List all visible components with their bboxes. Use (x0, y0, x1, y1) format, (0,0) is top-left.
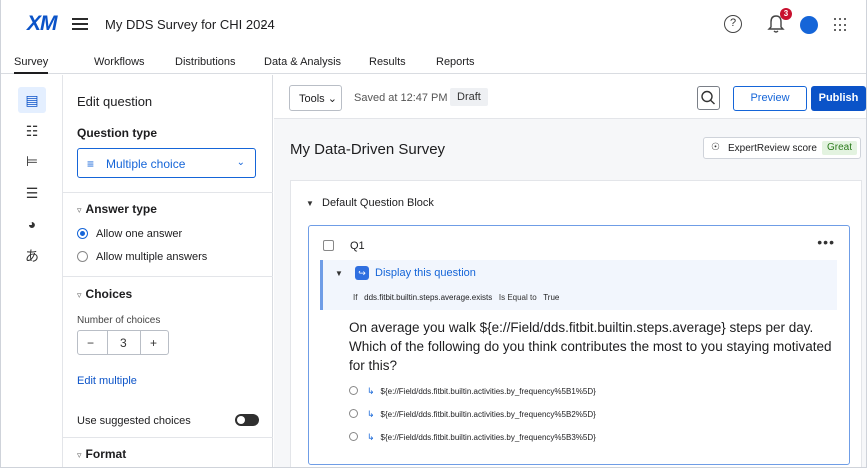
divider (63, 437, 273, 438)
radio-icon (349, 409, 358, 418)
question-text[interactable]: On average you walk ${e://Field/dds.fitb… (349, 318, 839, 375)
app-frame: XM My DDS Survey for CHI 2024 ⌄ ? 3 Surv… (0, 0, 867, 468)
top-bar: XM My DDS Survey for CHI 2024 ⌄ ? 3 (1, 0, 866, 50)
survey-canvas: Tools ⌄ Saved at 12:47 PM Draft Preview … (274, 75, 866, 467)
allow-multiple-answers-radio[interactable]: Allow multiple answers (77, 251, 207, 263)
logic-condition: If dds.fitbit.builtin.steps.average.exis… (353, 293, 560, 302)
chevron-down-icon: ⌄ (236, 157, 245, 168)
edit-question-panel: Edit question Question type ≡ Multiple c… (63, 75, 273, 467)
question-type-label: Question type (77, 126, 158, 140)
project-title[interactable]: My DDS Survey for CHI 2024 (105, 17, 275, 32)
question-type-select[interactable]: ≡ Multiple choice ⌄ (77, 148, 256, 178)
question-type-value: Multiple choice (106, 157, 186, 171)
look-and-feel-icon[interactable]: ⊨ (22, 151, 42, 171)
more-options-icon[interactable]: ••• (817, 234, 835, 250)
question-id[interactable]: Q1 (350, 240, 365, 252)
choice-2[interactable]: ↳ ${e://Field/dds.fitbit.builtin.activiti… (349, 409, 596, 420)
radio-selected-icon (77, 228, 88, 239)
piped-text-icon: ↳ (367, 386, 375, 396)
display-logic-title[interactable]: Display this question (375, 267, 476, 279)
survey-title[interactable]: My Data-Driven Survey (290, 141, 445, 158)
format-header[interactable]: ▿ Format (77, 447, 126, 461)
suggested-choices-label: Use suggested choices (77, 415, 191, 427)
tools-button[interactable]: Tools ⌄ (289, 85, 342, 111)
display-logic[interactable]: ▼ ↪ Display this question If dds.fitbit.… (320, 260, 837, 310)
score-badge: Great (821, 141, 857, 155)
help-icon[interactable]: ? (724, 15, 742, 33)
lightbulb-icon: ☉ (711, 142, 720, 153)
suggested-choices-row: Use suggested choices (77, 414, 259, 427)
radio-icon (349, 432, 358, 441)
tool-rail: ▤ ☷ ⊨ ☰ ◕ あ (1, 75, 63, 467)
main-tabs: Survey Workflows Distributions Data & An… (1, 50, 866, 74)
chevron-down-icon[interactable]: ⌄ (259, 17, 268, 30)
tab-results[interactable]: Results (369, 56, 406, 68)
increment-button[interactable]: + (150, 336, 157, 350)
tab-survey[interactable]: Survey (14, 56, 49, 74)
question-block: ▼ Default Question Block Q1 ••• ▼ ↪ Disp… (290, 180, 862, 467)
collapse-block-icon[interactable]: ▼ (306, 199, 314, 208)
tab-workflows[interactable]: Workflows (94, 56, 145, 68)
tab-data-analysis[interactable]: Data & Analysis (264, 56, 341, 68)
collapse-icon: ▿ (77, 205, 82, 215)
tab-distributions[interactable]: Distributions (175, 56, 236, 68)
survey-options-icon[interactable]: ☰ (22, 183, 42, 203)
collapse-icon: ▿ (77, 290, 82, 300)
edit-multiple-link[interactable]: Edit multiple (77, 375, 137, 387)
divider (63, 192, 273, 193)
saved-status: Saved at 12:47 PM (354, 92, 448, 104)
hamburger-menu-icon[interactable] (72, 18, 88, 30)
divider (63, 276, 273, 277)
survey-toolbar: Tools ⌄ Saved at 12:47 PM Draft Preview … (274, 75, 866, 119)
search-button[interactable] (697, 86, 720, 110)
question-checkbox[interactable] (323, 240, 334, 251)
choice-3[interactable]: ↳ ${e://Field/dds.fitbit.builtin.activiti… (349, 432, 596, 443)
expert-review-score[interactable]: ☉ ExpertReview score Great (703, 137, 861, 159)
block-name[interactable]: Default Question Block (322, 197, 434, 209)
choices-header[interactable]: ▿ Choices (77, 287, 132, 301)
choice-1[interactable]: ↳ ${e://Field/dds.fitbit.builtin.activiti… (349, 386, 596, 397)
question-card[interactable]: Q1 ••• ▼ ↪ Display this question If dds.… (308, 225, 850, 465)
collapse-icon: ▿ (77, 450, 82, 460)
collapse-logic-icon[interactable]: ▼ (335, 269, 343, 278)
draft-badge: Draft (450, 88, 488, 106)
panel-title: Edit question (77, 94, 153, 109)
radio-icon (349, 386, 358, 395)
display-logic-icon: ↪ (355, 266, 369, 280)
decrement-button[interactable]: − (87, 336, 94, 350)
search-icon (701, 90, 715, 105)
preview-button[interactable]: Preview (733, 86, 807, 111)
avatar[interactable] (800, 16, 818, 34)
answer-type-header[interactable]: ▿ Answer type (77, 202, 157, 216)
chevron-down-icon: ⌄ (327, 93, 337, 105)
suggested-choices-toggle[interactable] (235, 414, 259, 426)
number-of-choices-label: Number of choices (77, 315, 161, 326)
piped-text-icon: ↳ (367, 432, 375, 442)
translate-icon[interactable]: あ (22, 246, 42, 266)
tools-icon[interactable]: ◕ (22, 214, 42, 234)
list-icon: ≡ (87, 157, 95, 171)
notification-badge: 3 (780, 8, 792, 20)
xm-logo[interactable]: XM (27, 12, 57, 36)
allow-one-answer-radio[interactable]: Allow one answer (77, 228, 182, 240)
piped-text-icon: ↳ (367, 409, 375, 419)
radio-icon (77, 251, 88, 262)
publish-button[interactable]: Publish (811, 86, 866, 111)
survey-builder-icon[interactable]: ▤ (18, 87, 46, 113)
app-switcher-icon[interactable] (834, 18, 848, 32)
tab-reports[interactable]: Reports (436, 56, 475, 68)
choices-stepper[interactable]: − 3 + (77, 330, 169, 355)
choice-count[interactable]: 3 (120, 336, 127, 350)
survey-flow-icon[interactable]: ☷ (22, 121, 42, 141)
